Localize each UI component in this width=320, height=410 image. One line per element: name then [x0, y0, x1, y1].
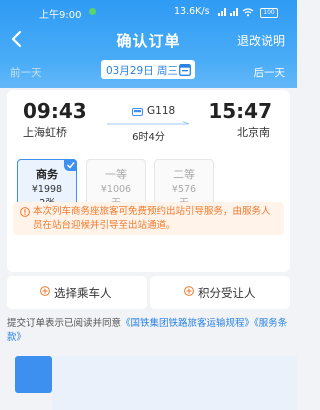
header: 上午9:00 13.6K/s 100 确认订单 退改说明 前一天 03月29日 …	[0, 0, 297, 88]
previous-day-button[interactable]: 前一天	[10, 65, 42, 80]
signal-wifi-icon	[218, 8, 254, 17]
seat-name: 二等	[173, 168, 195, 181]
calendar-icon	[179, 64, 191, 76]
train-card: 09:43 上海虹桥 G118 6时4分 15:47 北京南 商务 ¥1998 …	[7, 90, 290, 272]
selected-date: 03月29日 周三	[106, 65, 179, 77]
next-day-button[interactable]: 后一天	[254, 65, 286, 80]
notification-dot-icon	[89, 8, 96, 15]
check-icon	[64, 159, 77, 171]
agreement-text: 提交订单表示已阅读并同意《国铁集团铁路旅客运输规程》《服务条款》	[7, 317, 290, 345]
arrival-station: 北京南	[237, 126, 270, 139]
seat-price: ¥1006	[100, 184, 132, 195]
battery-icon: 100	[260, 8, 278, 18]
bottom-bar	[52, 356, 297, 410]
seat-name: 一等	[105, 168, 127, 181]
select-passenger-button[interactable]: 选择乘车人	[7, 276, 147, 309]
seat-price: ¥576	[171, 184, 197, 195]
route-arrow-icon	[107, 121, 190, 125]
select-passenger-label: 选择乘车人	[54, 286, 112, 300]
agreement-prefix: 提交订单表示已阅读并同意	[7, 318, 122, 329]
status-bar: 上午9:00 13.6K/s 100	[0, 0, 297, 24]
add-circle-icon	[40, 286, 50, 296]
arrival-time: 15:47	[208, 99, 272, 123]
service-notice: 本次列车商务座旅客可免费预约出站引导服务，由服务人员在站台迎候并引导至出站通道。	[13, 202, 284, 235]
points-beneficiary-label: 积分受让人	[198, 286, 256, 300]
departure-time: 09:43	[23, 99, 87, 123]
train-icon	[132, 108, 143, 116]
points-beneficiary-button[interactable]: 积分受让人	[150, 276, 290, 309]
train-number: G118	[147, 105, 176, 117]
seat-price: ¥1998	[31, 184, 63, 195]
warning-icon	[20, 207, 30, 217]
add-circle-icon	[184, 286, 194, 296]
status-time: 上午9:00	[39, 10, 82, 21]
nav-bar: 确认订单 退改说明	[0, 26, 297, 54]
notice-text: 本次列车商务座旅客可免费预约出站引导服务，由服务人员在站台迎候并引导至出站通道。	[33, 206, 271, 231]
network-speed: 13.6K/s	[174, 6, 210, 17]
bottom-action-block[interactable]	[15, 356, 52, 393]
refund-policy-link[interactable]: 退改说明	[237, 32, 285, 49]
regulations-link[interactable]: 《国铁集团铁路旅客运输规程》	[121, 318, 254, 329]
date-selector[interactable]: 03月29日 周三	[101, 60, 195, 79]
